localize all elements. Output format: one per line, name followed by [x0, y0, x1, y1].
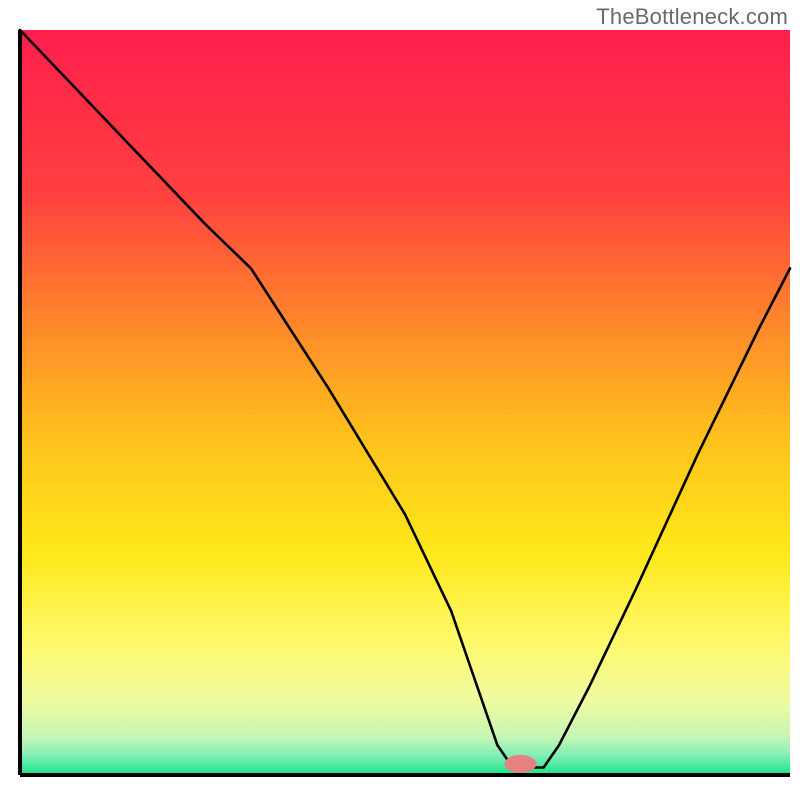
optimum-marker	[505, 755, 537, 773]
bottleneck-chart	[0, 0, 800, 800]
plot-background	[20, 30, 790, 775]
chart-container: { "watermark": "TheBottleneck.com", "cha…	[0, 0, 800, 800]
watermark-text: TheBottleneck.com	[596, 4, 788, 30]
